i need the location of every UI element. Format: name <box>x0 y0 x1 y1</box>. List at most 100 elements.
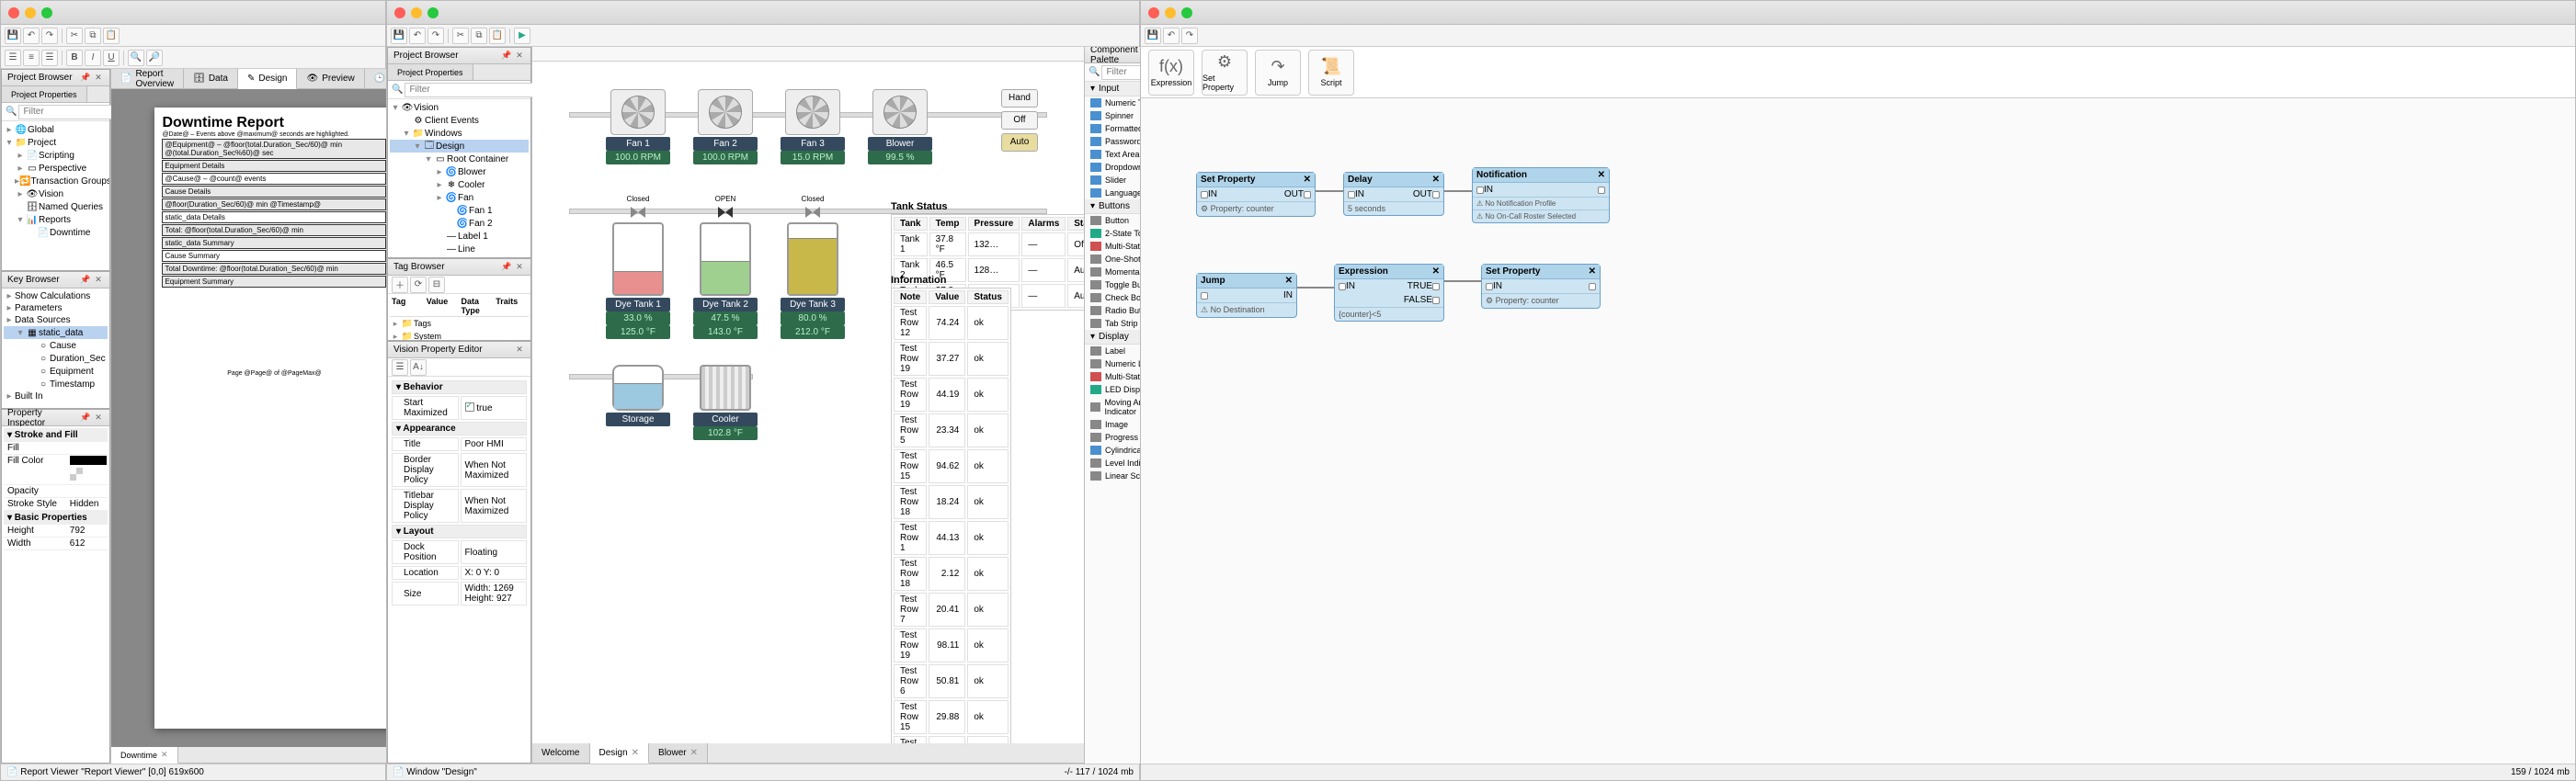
property-row[interactable]: Border Display PolicyWhen Not Maximized <box>392 453 527 487</box>
close-icon[interactable]: ✕ <box>1432 266 1440 277</box>
true-port[interactable] <box>1432 283 1440 290</box>
property-inspector[interactable]: ▾ Stroke and FillFillFill Color OpacityS… <box>2 426 109 763</box>
property-row[interactable]: TitlePoor HMI <box>392 437 527 451</box>
table-row[interactable]: Test Row 1594.62ok <box>894 449 1009 483</box>
close-icon[interactable]: ✕ <box>1589 266 1596 277</box>
tree-item[interactable]: ▸🌐Global <box>4 123 108 136</box>
table-row[interactable]: Test Row 1937.27ok <box>894 342 1009 376</box>
node-set-property[interactable]: Set Property✕ IN ⚙ Property: counter <box>1481 264 1601 309</box>
canvas-tab[interactable]: Design✕ <box>590 743 650 764</box>
report-row[interactable]: static_data Summary <box>162 237 386 249</box>
report-row[interactable]: @Equipment@ – @floor(total.Duration_Sec/… <box>162 139 386 159</box>
paste-icon[interactable]: 📋 <box>489 28 506 44</box>
tree-item[interactable]: —Label 1 <box>390 230 529 243</box>
undo-icon[interactable]: ↶ <box>1163 28 1180 44</box>
report-tab[interactable]: 🗄Data <box>184 69 238 88</box>
mode-button[interactable]: Auto <box>1001 133 1038 152</box>
out-port[interactable] <box>1432 191 1440 198</box>
in-port[interactable] <box>1476 187 1484 194</box>
zoom-in-icon[interactable]: 🔍 <box>128 50 144 66</box>
property-row[interactable]: Dock PositionFloating <box>392 540 527 564</box>
tree-item[interactable]: ▸🌀Fan <box>390 191 529 204</box>
property-row[interactable]: Start Maximized true <box>392 396 527 420</box>
filter-input[interactable] <box>405 83 535 97</box>
key-browser-tree[interactable]: ▸Show Calculations▸Parameters▸Data Sourc… <box>2 289 109 408</box>
tree-item[interactable]: ▾▦static_data <box>4 326 108 339</box>
tag-item[interactable]: ▸📁System <box>390 330 529 340</box>
fan-component[interactable]: Fan 1100.0 RPM <box>606 89 670 164</box>
property-row[interactable]: SizeWidth: 1269 Height: 927 <box>392 582 527 606</box>
close-icon[interactable] <box>394 7 405 18</box>
close-icon[interactable] <box>1148 7 1159 18</box>
refresh-icon[interactable]: ⟳ <box>410 277 427 293</box>
close-icon[interactable]: ✕ <box>514 262 525 273</box>
close-icon[interactable]: ✕ <box>690 748 698 758</box>
tank-component[interactable]: Dye Tank 133.0 %125.0 °F <box>606 222 670 339</box>
property-editor-table[interactable]: ▾ BehaviorStart Maximized true▾ Appearan… <box>388 377 530 763</box>
add-icon[interactable]: ＋ <box>392 277 408 293</box>
fan-component[interactable]: Fan 315.0 RPM <box>781 89 845 164</box>
close-icon[interactable]: ✕ <box>514 51 525 62</box>
tree-item[interactable]: ▸🔁Transaction Groups <box>4 175 108 187</box>
table-row[interactable]: Test Row 1274.24ok <box>894 306 1009 340</box>
property-row[interactable]: Width612 <box>4 538 108 550</box>
canvas-tab[interactable]: Welcome <box>532 743 590 763</box>
in-port[interactable] <box>1348 191 1355 198</box>
maximize-icon[interactable] <box>41 7 52 18</box>
bottom-tab[interactable]: Downtime✕ <box>111 747 178 764</box>
table-row[interactable]: Test Row 1944.19ok <box>894 378 1009 412</box>
close-icon[interactable]: ✕ <box>1598 170 1605 180</box>
report-tab[interactable]: ✎Design <box>238 69 298 89</box>
project-properties-tab[interactable]: Project Properties <box>2 86 87 102</box>
storage-tank[interactable]: Storage <box>606 365 670 426</box>
pipeline-canvas[interactable]: Set Property✕ INOUT ⚙ Property: counter … <box>1141 98 2575 764</box>
tree-item[interactable]: ▸👁Vision <box>4 187 108 200</box>
pin-icon[interactable]: 📌 <box>501 262 512 273</box>
report-row[interactable]: static_data Details <box>162 211 386 223</box>
paste-icon[interactable]: 📋 <box>103 28 120 44</box>
redo-icon[interactable]: ↷ <box>1181 28 1198 44</box>
report-row[interactable]: Equipment Summary <box>162 276 386 288</box>
tree-item[interactable]: ○Equipment <box>4 365 108 378</box>
italic-icon[interactable]: I <box>85 50 101 66</box>
titlebar[interactable] <box>387 1 1139 25</box>
node-delay[interactable]: Delay✕ INOUT 5 seconds <box>1343 172 1444 216</box>
node-notification[interactable]: Notification✕ IN ⚠ No Notification Profi… <box>1472 167 1610 223</box>
cooler[interactable]: Cooler102.8 °F <box>693 365 758 440</box>
in-port[interactable] <box>1201 292 1208 300</box>
tree-item[interactable]: ▾📁Project <box>4 136 108 149</box>
node-expression[interactable]: Expression✕ INTRUE FALSE {counter}<5 <box>1334 264 1444 322</box>
align-left-icon[interactable]: ☰ <box>5 50 21 66</box>
close-icon[interactable]: ✕ <box>1304 175 1311 185</box>
table-row[interactable]: Test Row 720.41ok <box>894 593 1009 627</box>
tree-item[interactable]: ▾📁Windows <box>390 127 529 140</box>
node-set-property[interactable]: Set Property✕ INOUT ⚙ Property: counter <box>1196 172 1316 217</box>
mode-button[interactable]: Hand <box>1001 89 1038 108</box>
table-row[interactable]: Test Row 650.81ok <box>894 664 1009 698</box>
close-icon[interactable]: ✕ <box>1285 276 1293 286</box>
collapse-icon[interactable]: ⊟ <box>428 277 445 293</box>
copy-icon[interactable]: ⧉ <box>471 28 487 44</box>
report-row[interactable]: @floor(Duration_Sec/60)@ min @Timestamp@ <box>162 198 386 210</box>
close-icon[interactable]: ✕ <box>1432 175 1440 185</box>
tree-item[interactable]: ▾▭Root Container <box>390 153 529 165</box>
design-canvas[interactable]: Fan 1100.0 RPMFan 2100.0 RPMFan 315.0 RP… <box>532 47 1084 764</box>
canvas-tab[interactable]: Blower✕ <box>649 743 708 763</box>
tree-item[interactable]: ○Timestamp <box>4 378 108 390</box>
property-row[interactable]: Titlebar Display PolicyWhen Not Maximize… <box>392 489 527 523</box>
copy-icon[interactable]: ⧉ <box>85 28 101 44</box>
close-icon[interactable]: ✕ <box>514 345 525 356</box>
tree-item[interactable]: ▸🌀Blower <box>390 165 529 178</box>
tree-item[interactable]: ▸Parameters <box>4 302 108 314</box>
close-icon[interactable]: ✕ <box>93 413 104 424</box>
tree-item[interactable]: 📄Downtime <box>4 226 108 239</box>
cut-icon[interactable]: ✂ <box>452 28 469 44</box>
minimize-icon[interactable] <box>1165 7 1176 18</box>
maximize-icon[interactable] <box>1181 7 1192 18</box>
underline-icon[interactable]: U <box>103 50 120 66</box>
tree-item[interactable]: ▸Show Calculations <box>4 290 108 302</box>
tree-item[interactable]: ▾🗔Design <box>390 140 529 153</box>
save-icon[interactable]: 💾 <box>5 28 21 44</box>
toolbar-button[interactable]: 📜Script <box>1308 50 1354 96</box>
cut-icon[interactable]: ✂ <box>66 28 83 44</box>
